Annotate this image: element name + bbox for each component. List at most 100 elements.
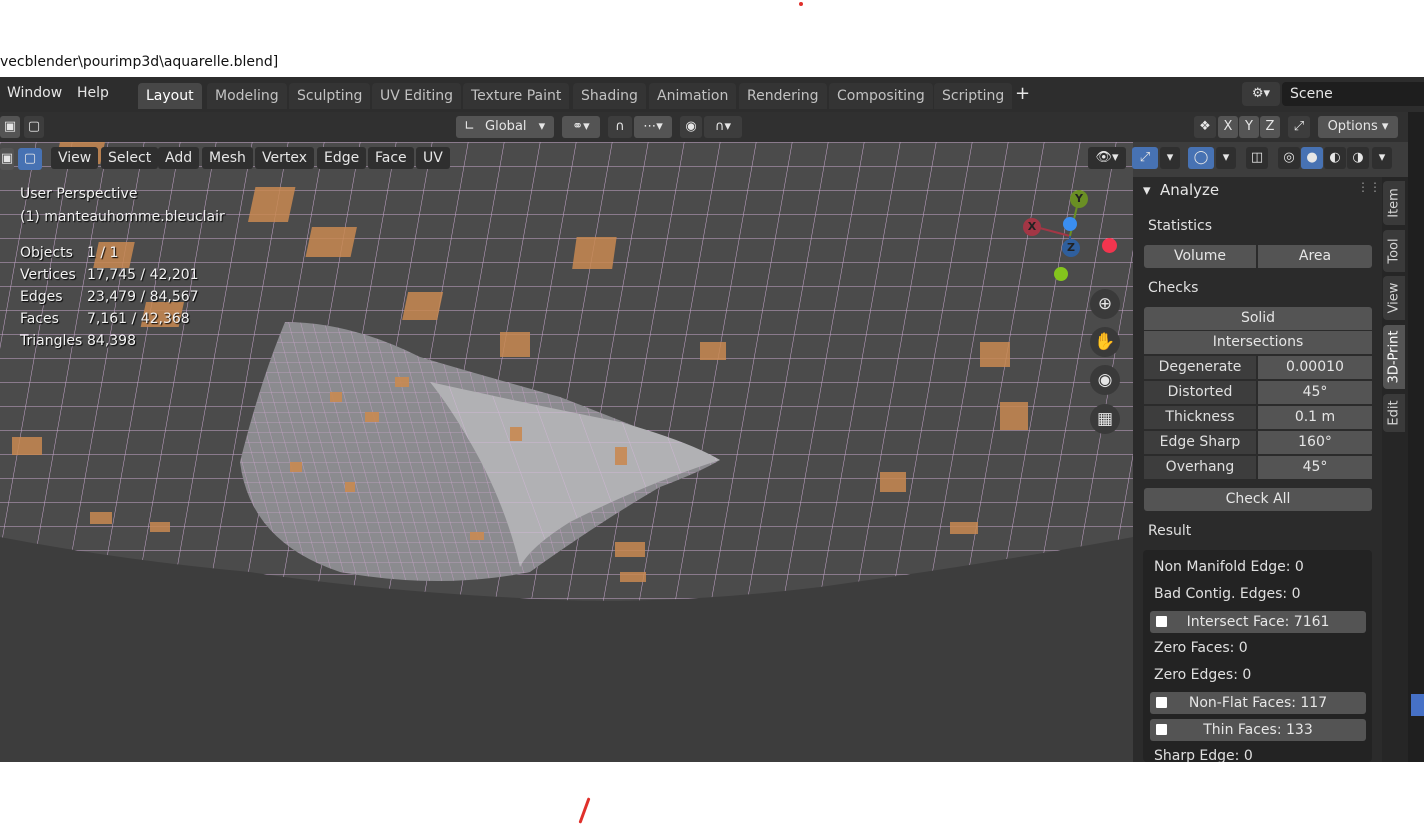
select-icon (1156, 724, 1167, 735)
mirror-y-toggle[interactable]: Y (1239, 116, 1259, 138)
zoom-icon[interactable]: ⊕ (1090, 289, 1120, 319)
select-box-icon[interactable]: ▢ (24, 116, 44, 138)
add-workspace-icon[interactable]: + (1015, 77, 1030, 110)
gizmo-toggle-icon[interactable]: ⤢ (1132, 147, 1158, 169)
volume-button[interactable]: Volume (1144, 245, 1256, 268)
intersect-face-select-button[interactable]: Intersect Face: 7161 (1150, 611, 1366, 633)
menu-window[interactable]: Window (7, 77, 62, 110)
tab-label: Item (1386, 188, 1402, 218)
overhang-check-button[interactable]: Overhang (1144, 456, 1256, 479)
chevron-down-icon[interactable]: ▾ (1216, 147, 1236, 169)
thickness-check-button[interactable]: Thickness (1144, 406, 1256, 429)
workspace-tab-texture-paint[interactable]: Texture Paint (463, 83, 570, 109)
edge-sharp-value-field[interactable]: 160° (1258, 431, 1372, 454)
below-window-area (0, 762, 1424, 825)
viewport-menu-select[interactable]: Select (101, 147, 159, 169)
red-ink-dot (799, 2, 803, 6)
pan-hand-icon[interactable]: ✋ (1090, 327, 1120, 357)
viewport-menu-view[interactable]: View (51, 147, 99, 169)
snap-target-icon[interactable]: ⋯▾ (634, 116, 672, 138)
stat-value-edges: 23,479 / 84,567 (87, 289, 199, 305)
viewport-perspective-label: User Perspective (20, 186, 138, 202)
ortho-grid-icon[interactable]: ▦ (1090, 404, 1120, 434)
workspace-tab-scripting[interactable]: Scripting (934, 83, 1013, 109)
distorted-check-button[interactable]: Distorted (1144, 381, 1256, 404)
snap-toggle-icon[interactable]: ∩ (608, 116, 632, 138)
edit-mode-icon[interactable]: ▢ (18, 148, 42, 170)
xray-icon[interactable]: ◫ (1246, 147, 1268, 169)
solid-check-button[interactable]: Solid (1144, 307, 1372, 330)
mirror-icon[interactable]: ❖ (1194, 116, 1216, 138)
degenerate-check-button[interactable]: Degenerate (1144, 356, 1256, 379)
sidebar-tab-view[interactable]: View (1383, 276, 1405, 320)
overhang-value-field[interactable]: 45° (1258, 456, 1372, 479)
proportional-edit-icon[interactable]: ◉ (680, 116, 702, 138)
scroll-marker[interactable] (1411, 694, 1424, 716)
analyze-panel-title[interactable]: Analyze (1160, 181, 1219, 199)
transform-orientation-dropdown[interactable]: ∟ Global ▾ (456, 116, 554, 138)
result-zero-faces: Zero Faces: 0 (1154, 640, 1248, 656)
workspace-tab-uv-editing[interactable]: UV Editing (372, 83, 462, 109)
intersections-check-button[interactable]: Intersections (1144, 331, 1372, 354)
mode-icon[interactable]: ▣ (0, 148, 14, 170)
result-zero-edges: Zero Edges: 0 (1154, 667, 1252, 683)
mirror-z-toggle[interactable]: Z (1260, 116, 1280, 138)
workspace-tab-rendering[interactable]: Rendering (739, 83, 827, 109)
mirror-x-toggle[interactable]: X (1218, 116, 1238, 138)
viewport-menu-edge[interactable]: Edge (317, 147, 367, 169)
viewport-menu-face[interactable]: Face (368, 147, 414, 169)
visibility-icon[interactable]: 👁▾ (1088, 147, 1126, 169)
gizmo-neg-x-dot[interactable] (1102, 238, 1117, 253)
viewport-menu-uv[interactable]: UV (416, 147, 450, 169)
sidebar-tab-edit[interactable]: Edit (1383, 394, 1405, 432)
edge-sharp-check-button[interactable]: Edge Sharp (1144, 431, 1256, 454)
gizmo-z-axis[interactable]: Z (1062, 239, 1080, 257)
workspace-tab-animation[interactable]: Animation (649, 83, 737, 109)
chevron-down-icon[interactable]: ▾ (1160, 147, 1180, 169)
pivot-point-icon[interactable]: ⚭▾ (562, 116, 600, 138)
wireframe-shading-icon[interactable]: ◎ (1278, 147, 1300, 169)
menu-help[interactable]: Help (77, 77, 109, 110)
select-mode-icon[interactable]: ▣ (0, 116, 20, 138)
drag-handle-icon[interactable]: ⋮⋮ (1357, 180, 1381, 194)
thickness-value-field[interactable]: 0.1 m (1258, 406, 1372, 429)
viewport-menu-mesh[interactable]: Mesh (202, 147, 253, 169)
sidebar-tab-3d-print[interactable]: 3D-Print (1383, 325, 1405, 389)
workspace-tab-layout[interactable]: Layout (138, 83, 202, 109)
chevron-down-icon[interactable]: ▾ (1372, 147, 1392, 169)
falloff-icon[interactable]: ∩▾ (704, 116, 742, 138)
active-object-label: (1) manteauhomme.bleuclair (20, 209, 225, 225)
gizmo-neg-y-dot[interactable] (1054, 267, 1068, 281)
scene-selector-icon[interactable]: ⚙▾ (1242, 82, 1280, 106)
thin-faces-select-button[interactable]: Thin Faces: 133 (1150, 719, 1366, 741)
sidebar-tab-item[interactable]: Item (1383, 181, 1405, 225)
sidebar-tab-tool[interactable]: Tool (1383, 230, 1405, 272)
viewport-menu-add[interactable]: Add (158, 147, 200, 169)
workspace-tab-modeling[interactable]: Modeling (207, 83, 287, 109)
solid-shading-icon[interactable]: ● (1301, 147, 1323, 169)
result-header: Result (1148, 523, 1192, 539)
collapse-arrow-icon[interactable]: ▾ (1143, 181, 1151, 199)
camera-icon[interactable]: ◉ (1090, 365, 1120, 395)
degenerate-value-field[interactable]: 0.00010 (1258, 356, 1372, 379)
area-button[interactable]: Area (1258, 245, 1372, 268)
distorted-value-field[interactable]: 45° (1258, 381, 1372, 404)
overlays-icon[interactable]: ◯ (1188, 147, 1214, 169)
gizmo-x-axis[interactable]: X (1023, 218, 1041, 236)
check-all-button[interactable]: Check All (1144, 488, 1372, 511)
material-shading-icon[interactable]: ◐ (1324, 147, 1346, 169)
workspace-tab-sculpting[interactable]: Sculpting (289, 83, 371, 109)
options-dropdown[interactable]: Options ▾ (1318, 116, 1398, 138)
options-label: Options (1327, 119, 1378, 134)
viewport-menu-vertex[interactable]: Vertex (255, 147, 315, 169)
stat-value-triangles: 84,398 (87, 333, 136, 349)
tab-label: Tool (1386, 238, 1402, 264)
workspace-tab-compositing[interactable]: Compositing (829, 83, 933, 109)
gizmo-neg-z-dot[interactable] (1063, 217, 1077, 231)
gizmo-y-axis[interactable]: Y (1070, 190, 1088, 208)
non-flat-select-button[interactable]: Non-Flat Faces: 117 (1150, 692, 1366, 714)
rendered-shading-icon[interactable]: ◑ (1347, 147, 1369, 169)
auto-merge-icon[interactable]: ⤢ (1288, 116, 1310, 138)
stat-value-objects: 1 / 1 (87, 245, 119, 261)
workspace-tab-shading[interactable]: Shading (573, 83, 646, 109)
